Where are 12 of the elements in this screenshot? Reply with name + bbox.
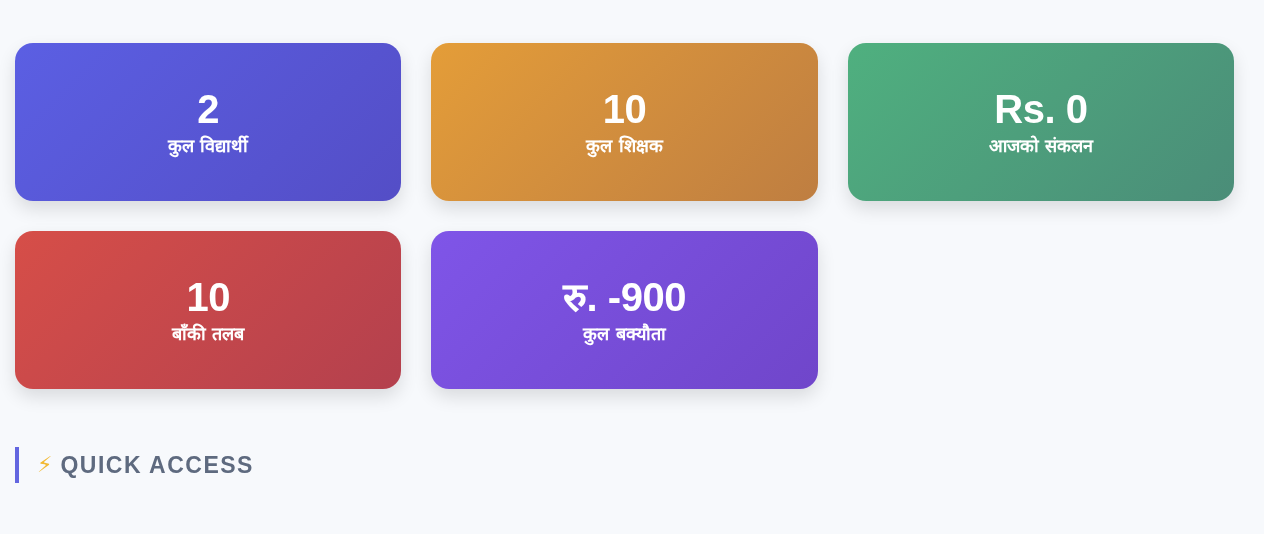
stat-value: 2 xyxy=(197,87,220,132)
stat-label: बाँकी तलब xyxy=(172,323,245,345)
stat-value: 10 xyxy=(602,87,647,132)
stat-label: आजको संकलन xyxy=(988,135,1093,157)
section-title: QUICK ACCESS xyxy=(60,450,254,480)
stat-value: Rs. 0 xyxy=(994,87,1088,132)
stat-label: कुल बक्यौता xyxy=(583,323,666,345)
stat-value: रु. -900 xyxy=(563,275,686,320)
stat-value: 10 xyxy=(186,275,230,320)
lightning-icon: ⚡ xyxy=(37,454,53,476)
stat-label: कुल विद्यार्थी xyxy=(168,135,249,157)
stat-label: कुल शिक्षक xyxy=(586,135,663,157)
